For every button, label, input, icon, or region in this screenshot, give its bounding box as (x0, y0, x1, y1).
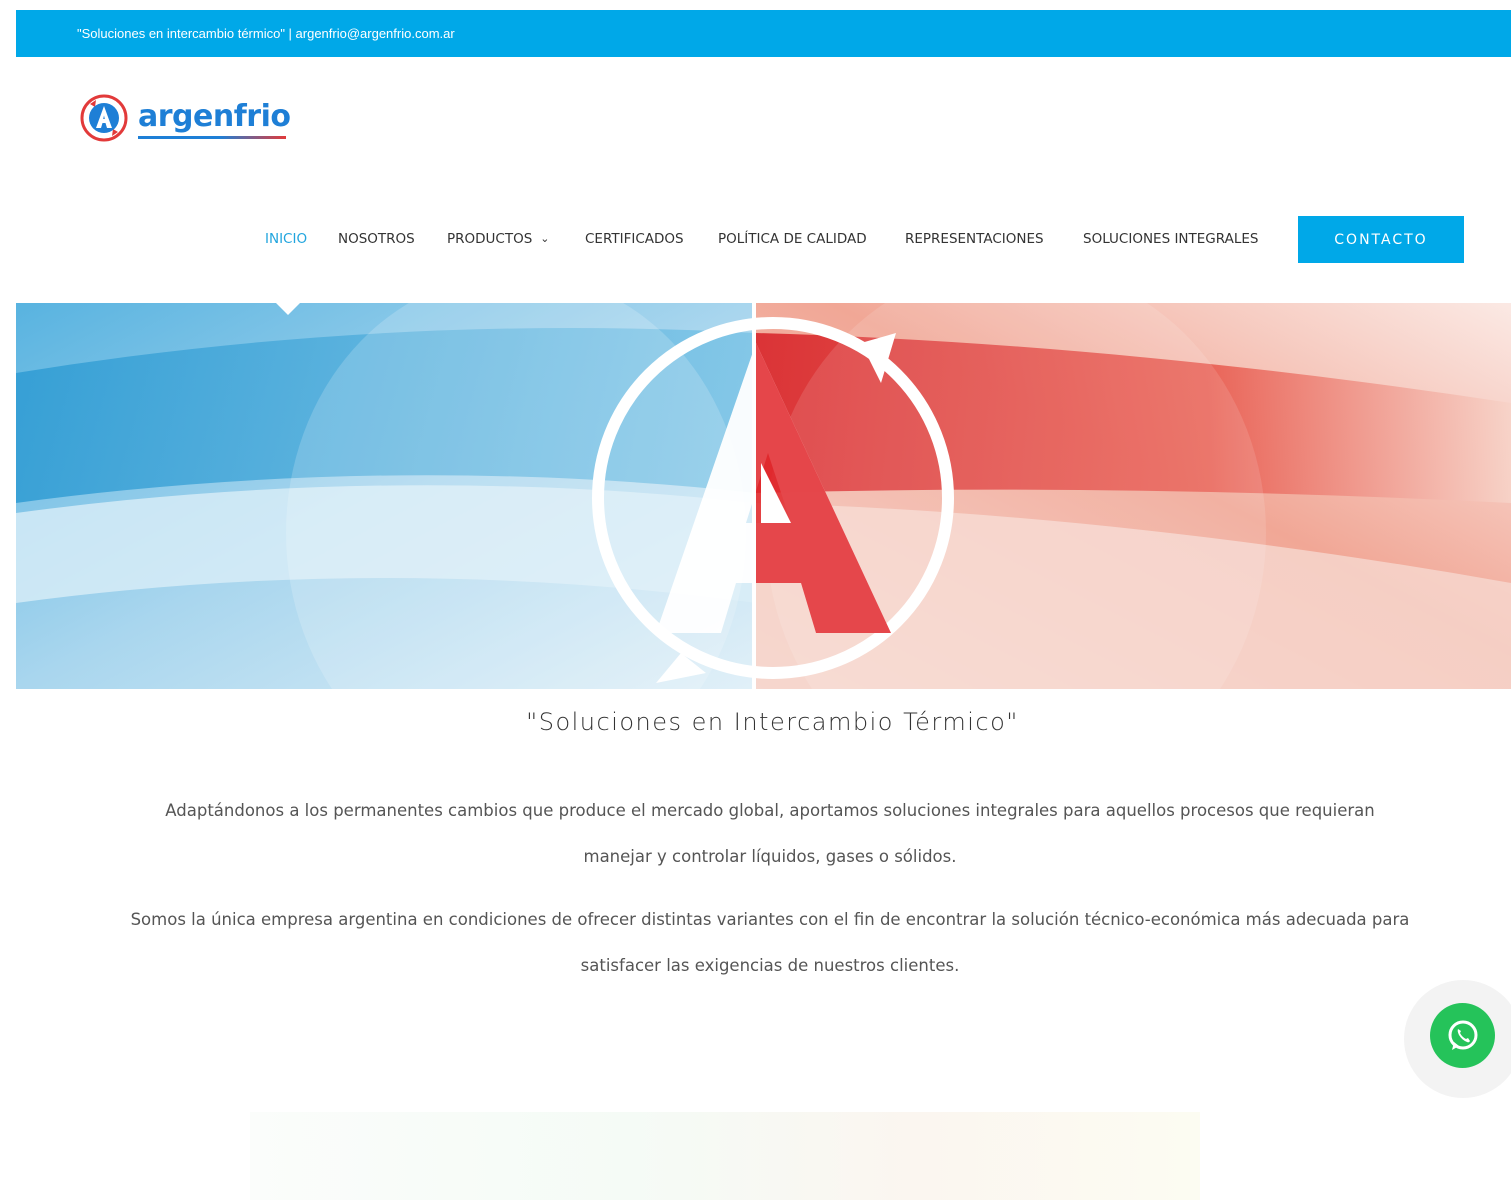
nav-item-label: NOSOTROS (338, 231, 415, 247)
nav-item-label: SOLUCIONES INTEGRALES (1083, 231, 1259, 247)
whatsapp-icon (1448, 1020, 1477, 1050)
nav-item-productos[interactable]: PRODUCTOS ⌄ (447, 216, 550, 263)
company-paragraph: Somos la única empresa argentina en cond… (130, 910, 1410, 975)
main-navigation: INICIO NOSOTROS PRODUCTOS ⌄ CERTIFICADOS … (0, 216, 1511, 263)
nav-item-soluciones-integrales[interactable]: SOLUCIONES INTEGRALES (1083, 216, 1258, 263)
intro-paragraph: Adaptándonos a los permanentes cambios q… (165, 801, 1375, 866)
top-info-bar: "Soluciones en intercambio térmico" | ar… (16, 10, 1511, 57)
nav-item-label: INICIO (265, 231, 308, 247)
logo-underline (138, 136, 286, 139)
nav-item-representaciones[interactable]: REPRESENTACIONES (905, 216, 1044, 263)
nav-item-inicio[interactable]: INICIO (265, 216, 307, 263)
bottom-image-preview (250, 1112, 1200, 1200)
site-logo[interactable]: argenfrio (78, 92, 291, 144)
main-tagline: "Soluciones en Intercambio Térmico" (526, 708, 1019, 736)
argenfrio-a-logo-icon (80, 94, 128, 142)
nav-item-label: PRODUCTOS (447, 231, 533, 247)
logo-wordmark: argenfrio (138, 98, 291, 134)
nav-item-label: REPRESENTACIONES (905, 231, 1044, 247)
chevron-down-icon: ⌄ (540, 232, 550, 245)
active-nav-pointer (276, 303, 300, 315)
hero-banner-graphic (16, 303, 1511, 689)
nav-item-nosotros[interactable]: NOSOTROS (338, 216, 415, 263)
whatsapp-button[interactable] (1430, 1003, 1495, 1068)
top-info-text: "Soluciones en intercambio térmico" | ar… (77, 26, 455, 41)
contacto-button[interactable]: CONTACTO (1298, 216, 1464, 263)
nav-item-label: POLÍTICA DE CALIDAD (718, 231, 867, 247)
nav-item-label: CERTIFICADOS (585, 231, 684, 247)
nav-item-certificados[interactable]: CERTIFICADOS (585, 216, 684, 263)
hero-banner (16, 303, 1511, 689)
nav-item-politica-de-calidad[interactable]: POLÍTICA DE CALIDAD (718, 216, 867, 263)
